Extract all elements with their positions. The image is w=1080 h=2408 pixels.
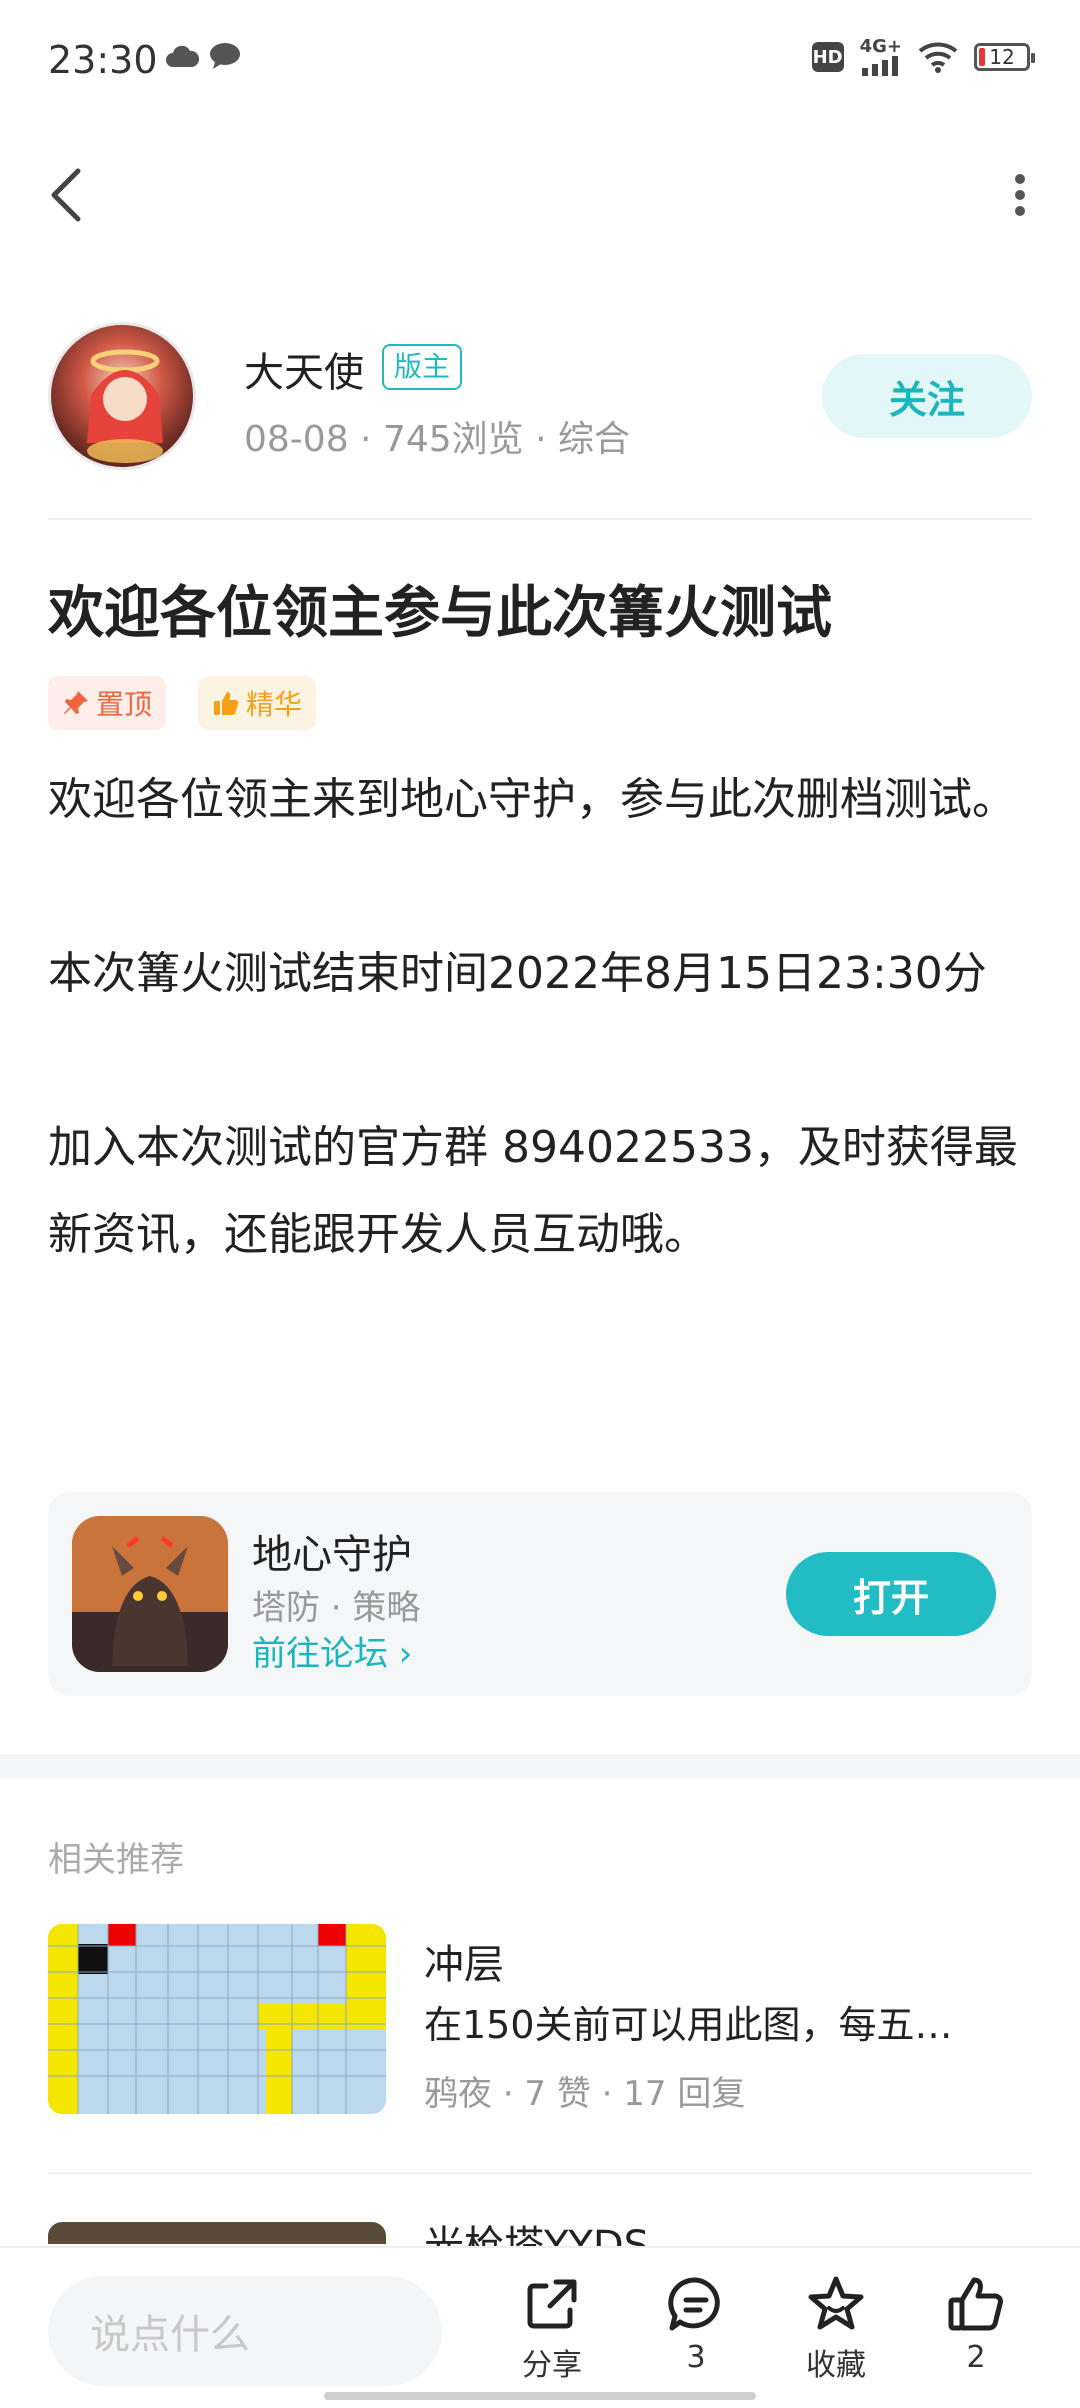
more-vertical-icon bbox=[1015, 174, 1025, 216]
post-paragraph: 加入本次测试的官方群 894022533，及时获得最新资讯，还能跟开发人员互动哦… bbox=[48, 1122, 1018, 1260]
pin-icon bbox=[64, 691, 88, 714]
chevron-left-icon bbox=[51, 168, 81, 222]
post-body: 欢迎各位领主来到地心守护，参与此次删档测试。 本次篝火测试结束时间2022年8月… bbox=[48, 756, 1038, 1278]
related-item-meta: 鸦夜 · 7 赞 · 17 回复 bbox=[424, 2074, 746, 2114]
hd-icon: HD bbox=[811, 42, 844, 72]
share-icon bbox=[527, 2279, 577, 2329]
signal-icon: 4G+ bbox=[860, 38, 902, 76]
comment-count: 3 bbox=[686, 2340, 706, 2375]
bottom-action-bar: 说点什么 分享 3 收藏 2 bbox=[0, 2246, 1080, 2408]
pinned-tag: 置顶 bbox=[48, 676, 167, 730]
go-to-forum-link[interactable]: 前往论坛 › bbox=[252, 1626, 412, 1675]
related-item-thumbnail[interactable] bbox=[48, 1924, 386, 2114]
related-item-description[interactable]: 在150关前可以用此图，每五… bbox=[424, 1994, 1014, 2049]
home-indicator[interactable] bbox=[324, 2392, 756, 2400]
comment-icon bbox=[668, 2277, 720, 2331]
status-indicators: HD 4G+ 12 bbox=[811, 38, 1035, 76]
game-tags: 塔防 · 策略 bbox=[252, 1588, 421, 1628]
essence-tag: 精华 bbox=[198, 676, 317, 730]
status-notification-icons bbox=[165, 42, 241, 70]
thumbs-up-icon bbox=[214, 692, 239, 715]
essence-tag-label: 精华 bbox=[246, 688, 303, 721]
more-options-button[interactable] bbox=[990, 160, 1050, 230]
follow-button[interactable]: 关注 bbox=[822, 354, 1032, 438]
related-item-title[interactable]: 冲层 bbox=[424, 1932, 504, 1990]
status-bar: 23:30 HD 4G+ 12 bbox=[0, 0, 1080, 120]
divider bbox=[48, 2172, 1032, 2174]
battery-level: 12 bbox=[989, 45, 1015, 69]
weather-cloud-icon bbox=[166, 45, 199, 67]
post-title: 欢迎各位领主参与此次篝火测试 bbox=[48, 581, 832, 646]
status-time: 23:30 bbox=[48, 38, 158, 82]
post-paragraph: 欢迎各位领主来到地心守护，参与此次删档测试。 bbox=[48, 774, 1016, 825]
back-button[interactable] bbox=[40, 160, 90, 230]
divider bbox=[48, 518, 1032, 520]
battery-icon: 12 bbox=[974, 43, 1035, 71]
comment-button[interactable]: 3 bbox=[636, 2274, 756, 2375]
thumbs-up-icon bbox=[948, 2277, 1003, 2331]
pinned-tag-label: 置顶 bbox=[96, 688, 153, 721]
like-count: 2 bbox=[966, 2340, 986, 2375]
section-separator bbox=[0, 1754, 1080, 1778]
network-type: 4G+ bbox=[859, 36, 902, 57]
comment-input[interactable]: 说点什么 bbox=[48, 2276, 442, 2386]
like-button[interactable]: 2 bbox=[916, 2274, 1036, 2375]
share-label: 分享 bbox=[522, 2348, 582, 2383]
star-icon bbox=[808, 2276, 864, 2330]
share-button[interactable]: 分享 bbox=[492, 2274, 612, 2384]
moderator-badge: 版主 bbox=[382, 344, 463, 390]
author-name[interactable]: 大天使 bbox=[244, 340, 364, 398]
post-meta: 08-08 · 745浏览 · 综合 bbox=[244, 419, 630, 460]
author-avatar[interactable] bbox=[48, 322, 196, 470]
open-game-button[interactable]: 打开 bbox=[786, 1552, 996, 1636]
game-card[interactable]: 地心守护 塔防 · 策略 前往论坛 › 打开 bbox=[48, 1492, 1032, 1696]
favorite-button[interactable]: 收藏 bbox=[776, 2274, 896, 2384]
game-name: 地心守护 bbox=[252, 1532, 412, 1578]
related-item-thumbnail[interactable] bbox=[48, 2222, 386, 2244]
related-item-title[interactable]: 光枪塔YYDS bbox=[424, 2222, 649, 2246]
message-icon bbox=[210, 43, 240, 69]
wifi-icon bbox=[918, 42, 958, 73]
related-section-title: 相关推荐 bbox=[48, 1840, 184, 1880]
game-icon bbox=[72, 1516, 228, 1672]
post-paragraph: 本次篝火测试结束时间2022年8月15日23:30分 bbox=[48, 948, 987, 999]
favorite-label: 收藏 bbox=[806, 2348, 866, 2383]
